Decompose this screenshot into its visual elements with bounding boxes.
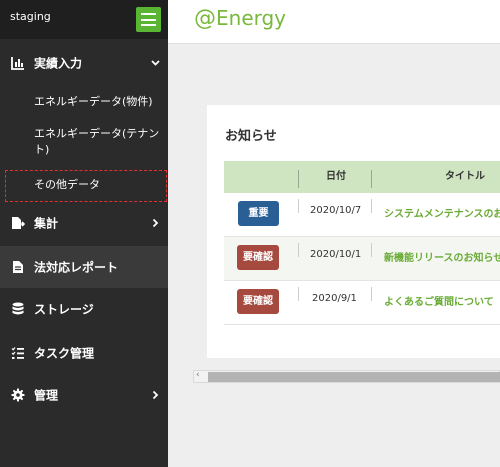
gear-icon: [11, 388, 25, 402]
notices-title: お知らせ: [225, 129, 277, 144]
table-row[interactable]: 重要 2020/10/7 システムメンテナンスのお: [224, 193, 500, 237]
sidebar-item-label: ストレージ: [34, 302, 94, 317]
column-divider: [371, 199, 372, 213]
notices-table-header: 日付 タイトル: [224, 161, 500, 193]
sidebar-item-task-management[interactable]: タスク管理: [0, 332, 168, 374]
bar-chart-icon: [11, 57, 24, 70]
chevron-right-icon: [152, 390, 159, 400]
notice-date: 2020/10/1: [310, 249, 362, 260]
sidebar-item-aggregation[interactable]: 集計: [0, 202, 168, 244]
status-badge: 要確認: [237, 289, 279, 314]
table-row[interactable]: 要確認 2020/9/1 よくあるご質問について: [224, 281, 500, 325]
sidebar-subitem-label: エネルギーデータ(物件): [34, 95, 153, 108]
column-divider: [371, 170, 372, 188]
sidebar-header: staging: [0, 0, 168, 39]
document-icon: [13, 261, 23, 273]
column-header-date: 日付: [326, 171, 346, 182]
sidebar-item-label: 集計: [34, 216, 59, 231]
sidebar-item-legal-report[interactable]: 法対応レポート: [0, 246, 168, 288]
sidebar-subitem-label: その他データ: [34, 178, 100, 191]
sidebar-item-storage[interactable]: ストレージ: [0, 288, 168, 330]
app-logo[interactable]: @Energy: [194, 6, 286, 31]
table-row[interactable]: 要確認 2020/10/1 新機能リリースのお知らせ: [224, 237, 500, 281]
sidebar-item-results-input[interactable]: 実績入力: [0, 42, 168, 84]
file-export-icon: [12, 217, 25, 229]
scroll-left-arrow-icon[interactable]: ‹: [196, 370, 200, 380]
sidebar-item-admin[interactable]: 管理: [0, 374, 168, 416]
task-list-icon: [11, 347, 24, 359]
column-divider: [371, 287, 372, 301]
notice-date: 2020/10/7: [310, 205, 362, 216]
column-divider: [298, 170, 299, 188]
top-bar: @Energy: [168, 0, 500, 44]
notice-title-link[interactable]: よくあるご質問について: [384, 293, 494, 308]
sidebar-subitem-energy-property[interactable]: エネルギーデータ(物件): [0, 92, 168, 112]
chevron-right-icon: [152, 218, 159, 228]
column-divider: [298, 243, 299, 257]
column-divider: [298, 199, 299, 213]
logo-text: Energy: [216, 6, 287, 30]
environment-label: staging: [10, 10, 51, 23]
notice-title-link[interactable]: システムメンテナンスのお: [384, 205, 500, 220]
notice-title-link[interactable]: 新機能リリースのお知らせ: [384, 249, 500, 264]
database-icon: [12, 302, 24, 315]
sidebar-subitem-label: エネルギーデータ(テナント): [34, 127, 160, 156]
sidebar-subitem-other-data[interactable]: その他データ: [0, 176, 168, 196]
sidebar-item-label: 管理: [34, 388, 59, 403]
sidebar-item-label: 法対応レポート: [34, 260, 119, 275]
sidebar: staging 実績入力 エネルギーデータ(物件) エネルギーデータ(テナント)…: [0, 0, 168, 467]
hamburger-menu-icon[interactable]: [136, 7, 161, 32]
status-badge: 重要: [238, 201, 279, 226]
chevron-down-icon: [151, 60, 160, 66]
sidebar-item-label: タスク管理: [34, 346, 95, 361]
sidebar-item-label: 実績入力: [34, 56, 83, 71]
column-divider: [298, 287, 299, 301]
horizontal-scrollbar[interactable]: ‹: [193, 370, 500, 383]
status-badge: 要確認: [237, 245, 279, 270]
column-divider: [371, 243, 372, 257]
scrollbar-thumb[interactable]: [208, 372, 500, 382]
logo-at-mark: @: [194, 6, 216, 31]
notice-date: 2020/9/1: [312, 293, 357, 304]
column-header-title: タイトル: [445, 171, 485, 182]
sidebar-subitem-energy-tenant[interactable]: エネルギーデータ(テナント): [0, 124, 168, 160]
